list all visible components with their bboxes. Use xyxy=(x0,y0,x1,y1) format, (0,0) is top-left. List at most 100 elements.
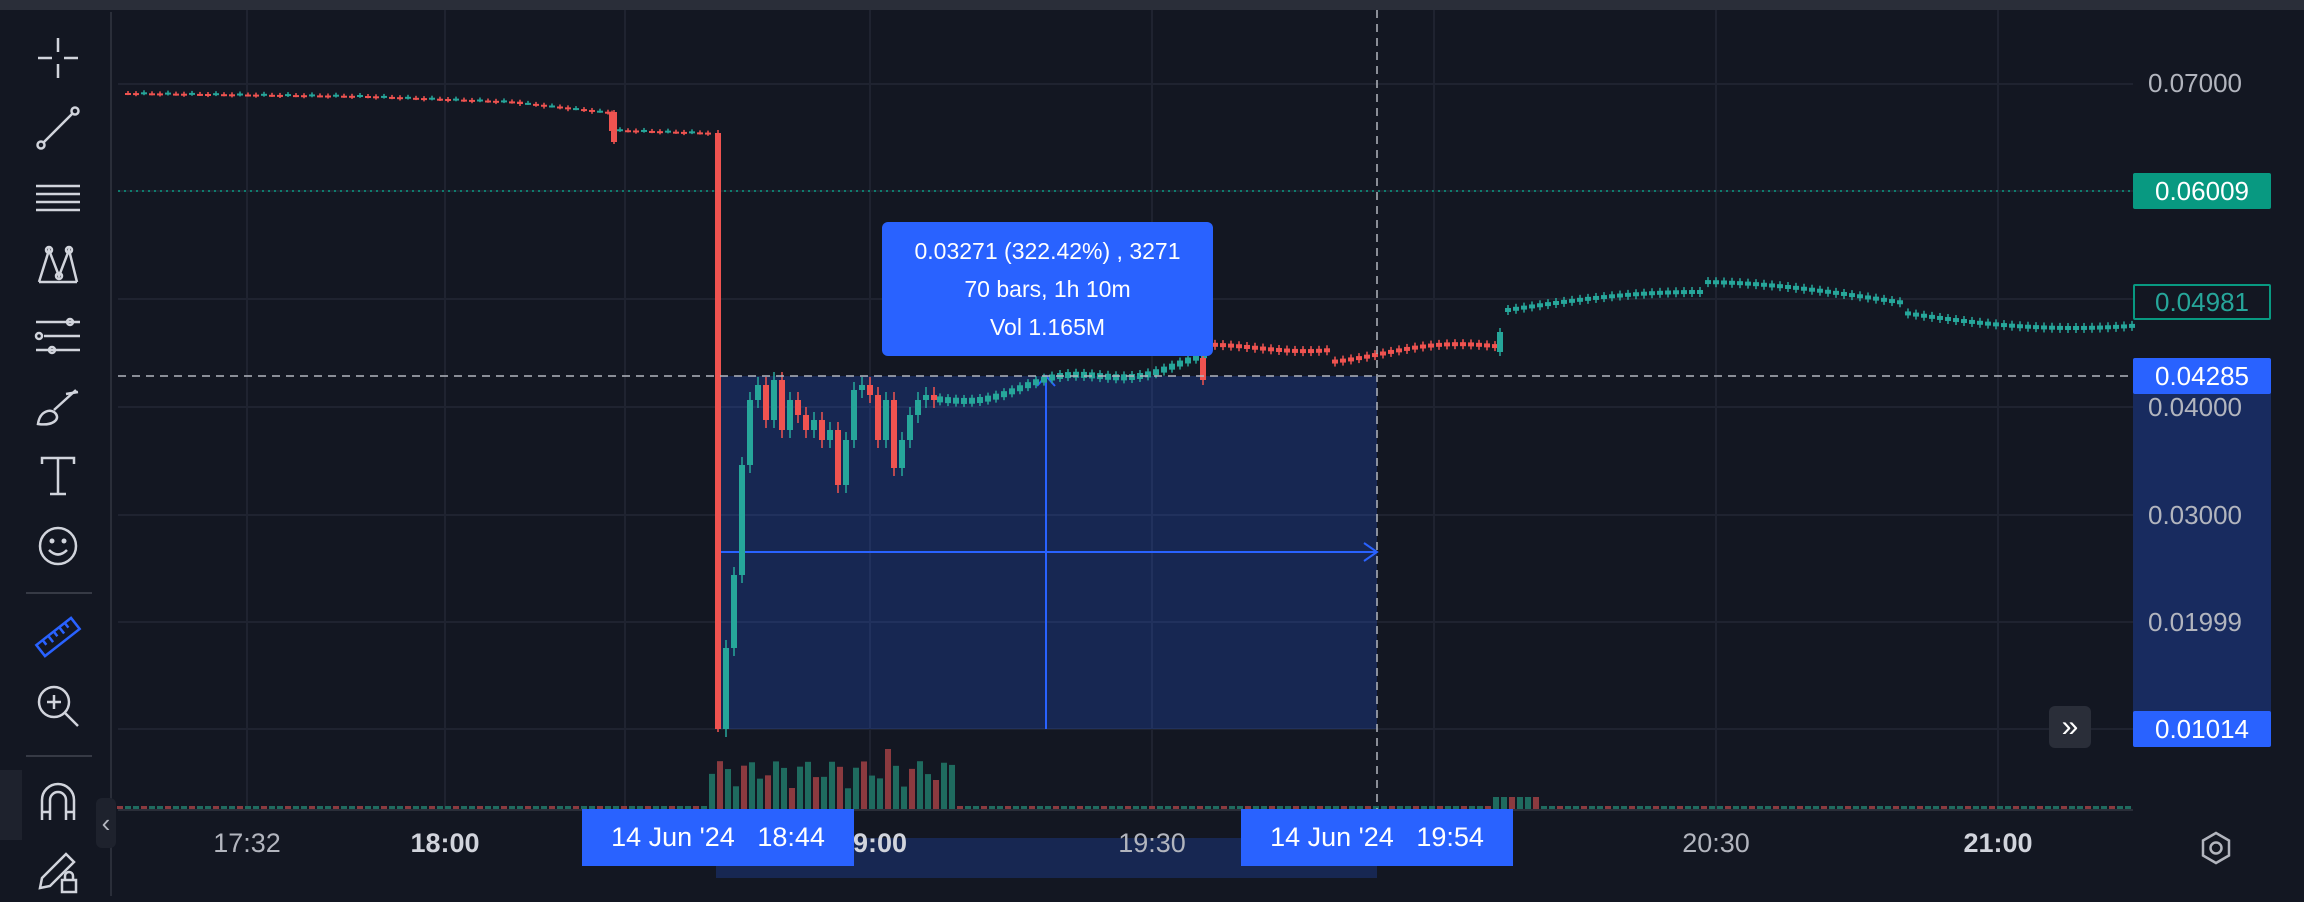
volume-bar xyxy=(1981,806,1987,809)
volume-bar xyxy=(797,766,803,809)
candle-body xyxy=(245,94,251,97)
volume-bar xyxy=(1781,806,1787,809)
volume-bar xyxy=(1661,806,1667,809)
volume-bar xyxy=(773,761,779,809)
candle-body xyxy=(969,397,975,404)
volume-bar xyxy=(2005,806,2011,809)
candle-body xyxy=(835,430,841,485)
candle-body xyxy=(1809,287,1815,292)
tool-pattern[interactable] xyxy=(28,236,88,296)
volume-bar xyxy=(941,762,947,809)
scroll-to-realtime-button[interactable]: » xyxy=(2049,706,2091,748)
volume-bar xyxy=(2085,806,2091,809)
candle-body xyxy=(533,103,539,106)
tool-text[interactable] xyxy=(28,446,88,506)
candle-body xyxy=(1161,366,1167,373)
volume-bar xyxy=(2125,806,2131,809)
tool-emoji[interactable] xyxy=(28,516,88,576)
volume-bar xyxy=(997,806,1003,809)
price-chart[interactable] xyxy=(0,0,2304,896)
volume-bar xyxy=(1789,806,1795,809)
candle-body xyxy=(1252,345,1258,350)
tool-brush[interactable] xyxy=(28,376,88,436)
tool-horizontal-lines[interactable] xyxy=(28,168,88,228)
volume-bar xyxy=(229,806,235,809)
volume-bar xyxy=(117,806,123,809)
volume-bar xyxy=(1757,806,1763,809)
candle-body xyxy=(125,93,131,95)
candle-body xyxy=(1348,357,1354,362)
volume-bar xyxy=(2037,806,2043,809)
measure-start-date: 14 Jun '24 xyxy=(611,822,735,852)
volume-bar xyxy=(1597,806,1603,809)
volume-bar xyxy=(1101,806,1107,809)
volume-bar xyxy=(2013,806,2019,809)
measure-low-price-tag: 0.01014 xyxy=(2133,711,2271,747)
candle-body xyxy=(977,396,983,403)
candle-body xyxy=(1356,356,1362,361)
volume-bar xyxy=(317,806,323,809)
tool-zoom[interactable] xyxy=(28,676,88,736)
toolbar-collapse-button[interactable]: ‹ xyxy=(96,798,116,848)
volume-bar xyxy=(725,769,731,809)
volume-bar xyxy=(1821,806,1827,809)
candle-body xyxy=(731,575,737,648)
candle-body xyxy=(1033,379,1039,386)
time-axis-label: 20:30 xyxy=(1682,828,1750,858)
tool-fib-levels[interactable] xyxy=(28,306,88,366)
volume-bar xyxy=(437,806,443,809)
volume-bar xyxy=(1941,806,1947,809)
candle-body xyxy=(1276,347,1282,352)
volume-bar xyxy=(1589,806,1595,809)
measure-change: 0.03271 (322.42%) , 3271 xyxy=(914,238,1181,264)
candle-body xyxy=(565,107,571,110)
volume-bar xyxy=(1741,806,1747,809)
time-axis-label: 19:30 xyxy=(1118,828,1186,858)
candle-body xyxy=(1593,295,1599,300)
candle-body xyxy=(649,130,655,133)
candle-body xyxy=(301,95,307,98)
candle-body xyxy=(1185,357,1191,364)
volume-bar xyxy=(1901,806,1907,809)
volume-bar xyxy=(1061,806,1067,809)
candle-body xyxy=(689,131,695,134)
volume-bar xyxy=(381,806,387,809)
price-axis-label: 0.01999 xyxy=(2148,607,2242,637)
candle-body xyxy=(1260,346,1266,351)
candle-body xyxy=(681,131,687,134)
candle-body xyxy=(715,133,721,729)
candle-body xyxy=(589,109,595,112)
candle-body xyxy=(1921,313,1927,318)
volume-bar xyxy=(1045,806,1051,809)
volume-bar xyxy=(1973,806,1979,809)
candle-body xyxy=(549,105,555,108)
volume-bar xyxy=(957,806,963,809)
volume-bar xyxy=(1989,806,1995,809)
tool-lock-drawings[interactable] xyxy=(28,842,88,902)
volume-bar xyxy=(341,806,347,809)
volume-bar xyxy=(277,806,283,809)
candle-body xyxy=(1105,373,1111,380)
volume-bar xyxy=(1629,806,1635,809)
candle-body xyxy=(2041,325,2047,330)
measure-pricespan xyxy=(2133,376,2271,729)
volume-bar xyxy=(1005,806,1011,809)
candle-body xyxy=(1617,293,1623,298)
volume-bar xyxy=(1621,806,1627,809)
tool-crosshair[interactable] xyxy=(28,28,88,88)
volume-bar xyxy=(805,761,811,809)
candle-body xyxy=(1737,281,1743,286)
tool-measure[interactable] xyxy=(28,608,88,668)
candle-body xyxy=(611,112,617,142)
tool-magnet[interactable] xyxy=(28,772,88,832)
toolbar-separator xyxy=(26,592,92,594)
volume-bar xyxy=(309,806,315,809)
candle-body xyxy=(859,385,865,390)
gear-icon[interactable] xyxy=(2196,828,2236,868)
tool-trend-line[interactable] xyxy=(28,98,88,158)
candle-body xyxy=(1633,292,1639,297)
volume-bar xyxy=(205,806,211,809)
volume-bar xyxy=(1221,806,1227,809)
volume-bar xyxy=(1733,806,1739,809)
candle-body xyxy=(429,97,435,100)
